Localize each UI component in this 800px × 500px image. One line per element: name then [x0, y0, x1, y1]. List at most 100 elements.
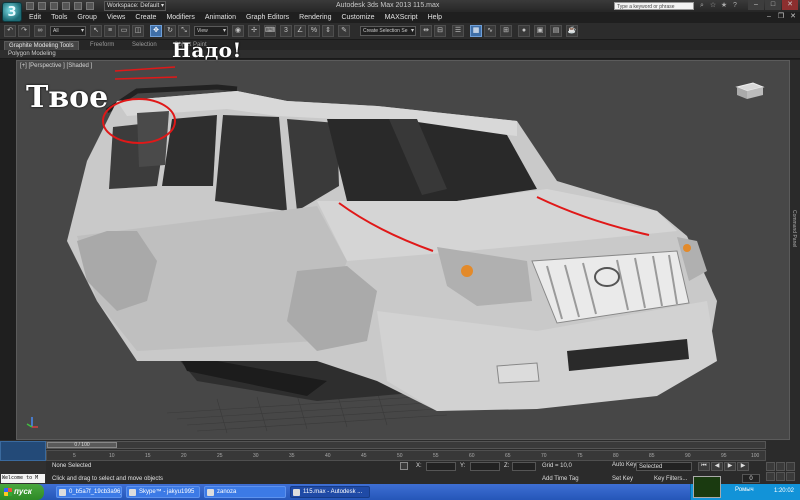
menu-edit[interactable]: Edit — [24, 12, 46, 23]
selection-lock-icon[interactable] — [400, 462, 408, 470]
menu-help[interactable]: Help — [423, 12, 447, 23]
taskbar-item[interactable]: zanoza — [204, 486, 286, 498]
y-coord-field[interactable] — [470, 462, 500, 471]
taskbar-item[interactable]: 0_b5a7f_19cb3a96_... — [56, 486, 122, 498]
material-editor-icon[interactable]: ● — [518, 25, 530, 37]
project-folder-icon[interactable] — [86, 2, 94, 10]
snap-toggle-icon[interactable]: 3 — [280, 25, 292, 37]
open-file-icon[interactable] — [38, 2, 46, 10]
render-production-icon[interactable]: ☕ — [566, 25, 578, 37]
doc-minimize-button[interactable]: – — [764, 12, 774, 21]
tab-selection[interactable]: Selection — [128, 41, 161, 50]
polygon-modeling-panel[interactable]: Polygon Modeling — [8, 50, 56, 59]
align-icon[interactable]: ⊟ — [434, 25, 446, 37]
new-file-icon[interactable] — [26, 2, 34, 10]
menu-rendering[interactable]: Rendering — [294, 12, 336, 23]
minimize-button[interactable]: – — [748, 0, 764, 10]
angle-snap-icon[interactable]: ∠ — [294, 25, 306, 37]
next-frame-icon[interactable]: ▶ — [737, 462, 749, 471]
add-time-tag-button[interactable]: Add Time Tag — [542, 476, 579, 482]
pan-icon[interactable] — [776, 472, 785, 481]
undo-button[interactable]: ↶ — [4, 25, 16, 37]
time-slider-thumb[interactable]: 0 / 100 — [47, 442, 117, 448]
maxscript-listener[interactable]: Welcome to M — [1, 474, 45, 483]
prev-frame-icon[interactable]: ◀ — [711, 462, 723, 471]
redo-icon[interactable] — [74, 2, 82, 10]
menu-maxscript[interactable]: MAXScript — [380, 12, 423, 23]
zoom-all-icon[interactable] — [776, 462, 785, 471]
viewcube-icon[interactable] — [733, 79, 767, 101]
doc-restore-button[interactable]: ❐ — [776, 12, 786, 21]
workspace-dropdown[interactable]: Workspace: Default — [104, 1, 166, 11]
tray-user[interactable]: Ромыч — [735, 487, 754, 493]
track-bar[interactable]: 5 10 15 20 25 30 35 40 45 50 55 60 65 70… — [46, 450, 766, 461]
rect-selection-icon[interactable]: ▭ — [118, 25, 130, 37]
select-by-name-icon[interactable]: ≡ — [104, 25, 116, 37]
help-icon[interactable]: ? — [731, 2, 739, 10]
manipulate-icon[interactable]: ✢ — [248, 25, 260, 37]
graphite-toggle-icon[interactable]: ▦ — [470, 25, 482, 37]
fov-icon[interactable] — [766, 472, 775, 481]
named-selection-dropdown[interactable]: Create Selection Se — [360, 26, 416, 36]
search-input[interactable]: Type a keyword or phrase — [614, 2, 694, 10]
maximize-button[interactable]: □ — [765, 0, 781, 10]
select-move-icon[interactable]: ✥ — [150, 25, 162, 37]
current-frame-field[interactable]: 0 — [742, 474, 760, 483]
select-scale-icon[interactable]: ⤡ — [178, 25, 190, 37]
percent-snap-icon[interactable]: % — [308, 25, 320, 37]
render-setup-icon[interactable]: ▣ — [534, 25, 546, 37]
mirror-icon[interactable]: ⇹ — [420, 25, 432, 37]
tab-freeform[interactable]: Freeform — [86, 41, 118, 50]
x-coord-field[interactable] — [426, 462, 456, 471]
star-icon[interactable]: ★ — [720, 2, 728, 10]
rendered-frame-icon[interactable]: ▤ — [550, 25, 562, 37]
redo-button[interactable]: ↷ — [18, 25, 30, 37]
start-button[interactable]: пуск — [0, 484, 44, 500]
menu-customize[interactable]: Customize — [336, 12, 379, 23]
key-filters-button[interactable]: Key Filters... — [654, 476, 687, 482]
window-crossing-icon[interactable]: ◫ — [132, 25, 144, 37]
go-to-start-icon[interactable]: ⏮ — [698, 462, 710, 471]
binoculars-icon[interactable]: ⌕ — [698, 2, 706, 10]
menu-graph-editors[interactable]: Graph Editors — [241, 12, 294, 23]
zoom-extents-icon[interactable] — [786, 462, 795, 471]
spinner-snap-icon[interactable]: ⇕ — [322, 25, 334, 37]
edit-named-selection-icon[interactable]: ✎ — [338, 25, 350, 37]
menu-animation[interactable]: Animation — [200, 12, 241, 23]
schematic-view-icon[interactable]: ⊞ — [500, 25, 512, 37]
z-coord-field[interactable] — [512, 462, 536, 471]
play-icon[interactable]: ▶ — [724, 462, 736, 471]
reference-coord-dropdown[interactable]: View — [194, 26, 228, 36]
zoom-icon[interactable] — [766, 462, 775, 471]
app-logo-icon[interactable]: 3 — [2, 2, 22, 22]
doc-close-button[interactable]: ✕ — [788, 12, 798, 21]
orbit-icon[interactable] — [786, 472, 795, 481]
command-panel-strip[interactable]: Command Panel — [790, 60, 800, 440]
key-mode-dropdown[interactable]: Selected — [636, 462, 692, 471]
link-icon[interactable]: ∞ — [34, 25, 46, 37]
mini-curve-editor-button[interactable] — [0, 441, 46, 461]
set-key-button[interactable]: Set Key — [612, 476, 633, 482]
save-file-icon[interactable] — [50, 2, 58, 10]
menu-tools[interactable]: Tools — [46, 12, 72, 23]
select-rotate-icon[interactable]: ↻ — [164, 25, 176, 37]
selection-filter-dropdown[interactable]: All — [50, 26, 86, 36]
pivot-center-icon[interactable]: ◉ — [232, 25, 244, 37]
tray-clock[interactable]: 1:20:02 — [774, 488, 794, 494]
tab-graphite-modeling-tools[interactable]: Graphite Modeling Tools — [4, 41, 79, 50]
time-slider[interactable]: 0 / 100 — [46, 441, 766, 449]
close-button[interactable]: ✕ — [782, 0, 798, 10]
auto-key-button[interactable]: Auto Key — [612, 462, 636, 468]
undo-icon[interactable] — [62, 2, 70, 10]
curve-editor-icon[interactable]: ∿ — [484, 25, 496, 37]
communication-icon[interactable]: ☆ — [709, 2, 717, 10]
taskbar-item[interactable]: Skype™ - jakyu1995 — [126, 486, 200, 498]
menu-create[interactable]: Create — [130, 12, 161, 23]
taskbar-item[interactable]: 115.max - Autodesk ... — [290, 486, 370, 498]
menu-views[interactable]: Views — [102, 12, 131, 23]
car-model[interactable] — [17, 61, 790, 440]
menu-modifiers[interactable]: Modifiers — [161, 12, 199, 23]
perspective-viewport[interactable]: [+] [Perspective ] [Shaded ] — [16, 60, 790, 440]
keyboard-shortcut-icon[interactable]: ⌨ — [264, 25, 276, 37]
layer-manager-icon[interactable]: ☰ — [452, 25, 464, 37]
